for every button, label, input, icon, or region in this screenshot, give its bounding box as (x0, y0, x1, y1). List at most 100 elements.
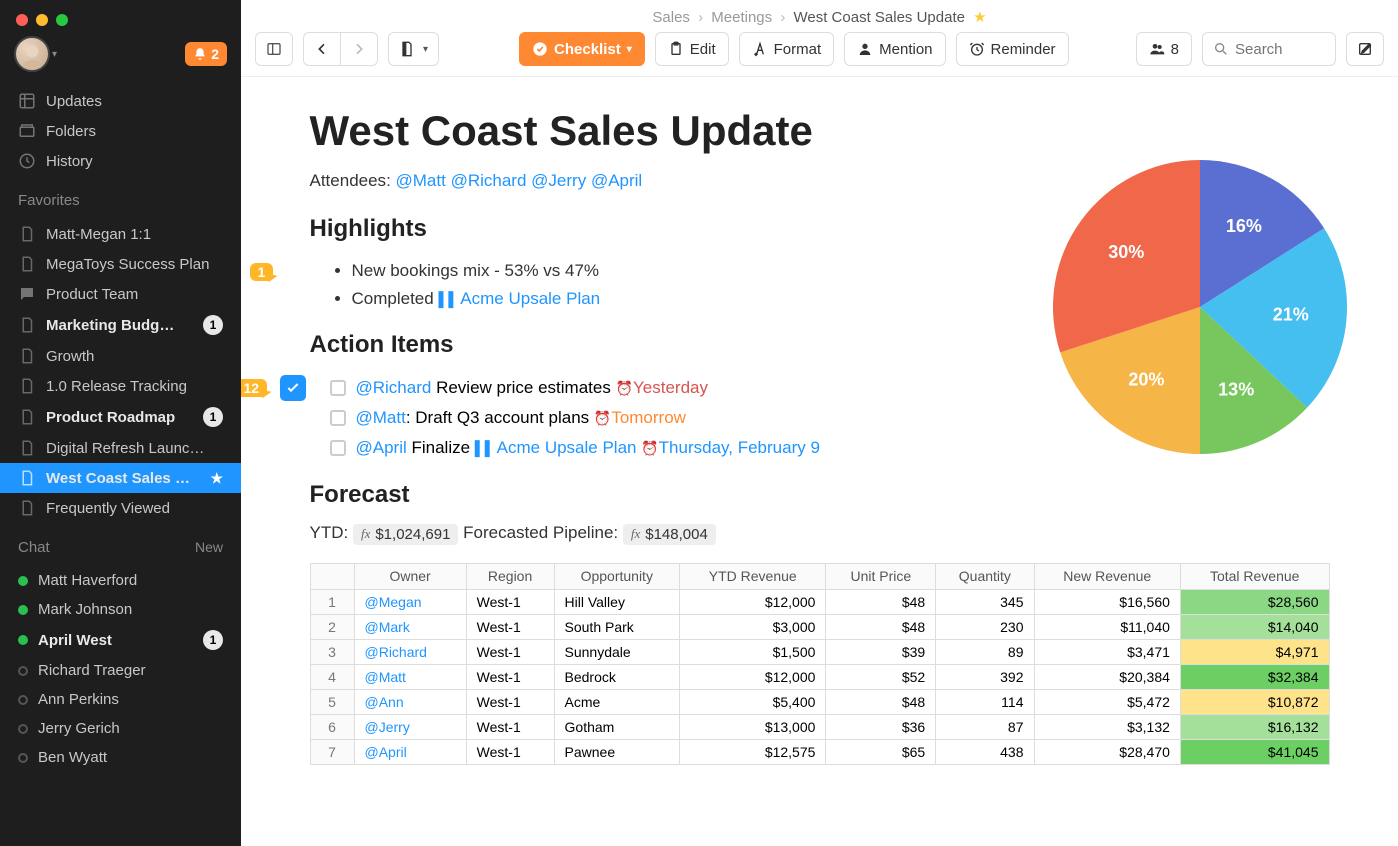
checkbox[interactable] (330, 380, 346, 396)
owner-cell[interactable]: @Matt (354, 664, 466, 689)
cell[interactable]: $16,560 (1034, 589, 1180, 614)
cell[interactable]: West-1 (466, 589, 554, 614)
sidebar-item[interactable]: Product Roadmap1 (0, 401, 241, 433)
row-number[interactable]: 7 (310, 739, 354, 764)
forecast-table[interactable]: OwnerRegionOpportunityYTD RevenueUnit Pr… (310, 563, 1330, 765)
cell[interactable]: West-1 (466, 714, 554, 739)
document-menu-button[interactable]: ▾ (388, 32, 439, 66)
cell[interactable]: 345 (936, 589, 1034, 614)
total-cell[interactable]: $32,384 (1180, 664, 1329, 689)
cell[interactable]: $65 (826, 739, 936, 764)
cell[interactable]: $48 (826, 614, 936, 639)
cell[interactable]: $1,500 (680, 639, 826, 664)
cell[interactable]: 230 (936, 614, 1034, 639)
cell[interactable]: $12,000 (680, 664, 826, 689)
maximize-window-icon[interactable] (56, 14, 68, 26)
mention[interactable]: @April (356, 438, 407, 457)
back-button[interactable] (303, 32, 340, 66)
formula-pill[interactable]: fx$148,004 (623, 524, 716, 545)
column-header[interactable]: Unit Price (826, 563, 936, 589)
cell[interactable]: West-1 (466, 639, 554, 664)
cell[interactable]: $48 (826, 589, 936, 614)
formula-pill[interactable]: fx$1,024,691 (353, 524, 458, 545)
cell[interactable]: West-1 (466, 614, 554, 639)
checklist-button[interactable]: Checklist ▾ (519, 32, 645, 66)
owner-cell[interactable]: @Jerry (354, 714, 466, 739)
sidebar-item[interactable]: 1.0 Release Tracking (0, 371, 241, 401)
cell[interactable]: South Park (554, 614, 680, 639)
column-header[interactable]: YTD Revenue (680, 563, 826, 589)
cell[interactable]: Hill Valley (554, 589, 680, 614)
total-cell[interactable]: $28,560 (1180, 589, 1329, 614)
chat-item[interactable]: April West1 (0, 624, 241, 656)
owner-cell[interactable]: @April (354, 739, 466, 764)
document-link[interactable]: Acme Upsale Plan (460, 289, 600, 308)
column-header[interactable]: Region (466, 563, 554, 589)
cell[interactable]: $13,000 (680, 714, 826, 739)
sidebar-item[interactable]: Matt-Megan 1:1 (0, 219, 241, 249)
cell[interactable]: West-1 (466, 739, 554, 764)
sidebar-item[interactable]: MegaToys Success Plan (0, 249, 241, 279)
table-row[interactable]: 1@MeganWest-1Hill Valley$12,000$48345$16… (310, 589, 1329, 614)
close-window-icon[interactable] (16, 14, 28, 26)
cell[interactable]: $52 (826, 664, 936, 689)
reminder-button[interactable]: Reminder (956, 32, 1069, 66)
cell[interactable]: $20,384 (1034, 664, 1180, 689)
chat-item[interactable]: Matt Haverford (0, 566, 241, 595)
comment-count-bubble[interactable]: 12 (241, 379, 267, 397)
cell[interactable]: $3,000 (680, 614, 826, 639)
cell[interactable]: $36 (826, 714, 936, 739)
sidebar-item[interactable]: Marketing Budg…1 (0, 309, 241, 341)
owner-cell[interactable]: @Richard (354, 639, 466, 664)
sidebar-item[interactable]: Digital Refresh Launc… (0, 433, 241, 463)
cell[interactable]: $48 (826, 689, 936, 714)
minimize-window-icon[interactable] (36, 14, 48, 26)
chat-item[interactable]: Richard Traeger (0, 656, 241, 685)
cell[interactable]: West-1 (466, 664, 554, 689)
cell[interactable]: 392 (936, 664, 1034, 689)
sidebar-item[interactable]: Growth (0, 341, 241, 371)
chat-item[interactable]: Ben Wyatt (0, 743, 241, 772)
total-cell[interactable]: $4,971 (1180, 639, 1329, 664)
table-row[interactable]: 5@AnnWest-1Acme$5,400$48114$5,472$10,872 (310, 689, 1329, 714)
star-icon[interactable]: ★ (973, 9, 986, 26)
sidebar-item[interactable]: Product Team (0, 279, 241, 309)
cell[interactable]: West-1 (466, 689, 554, 714)
search-input[interactable] (1235, 41, 1325, 58)
edit-button[interactable]: Edit (655, 32, 729, 66)
due-date[interactable]: ⏰Yesterday (616, 378, 708, 397)
mention[interactable]: @Richard (451, 171, 527, 190)
toggle-sidebar-button[interactable] (255, 32, 293, 66)
column-header[interactable]: Total Revenue (1180, 563, 1329, 589)
cell[interactable]: Bedrock (554, 664, 680, 689)
mention[interactable]: @Jerry (531, 171, 586, 190)
cell[interactable]: Pawnee (554, 739, 680, 764)
mention-button[interactable]: Mention (844, 32, 945, 66)
row-number[interactable]: 1 (310, 589, 354, 614)
cell[interactable]: $5,472 (1034, 689, 1180, 714)
chat-item[interactable]: Mark Johnson (0, 595, 241, 624)
table-row[interactable]: 4@MattWest-1Bedrock$12,000$52392$20,384$… (310, 664, 1329, 689)
cell[interactable]: 89 (936, 639, 1034, 664)
table-row[interactable]: 7@AprilWest-1Pawnee$12,575$65438$28,470$… (310, 739, 1329, 764)
sidebar-item[interactable]: Frequently Viewed (0, 493, 241, 523)
cell[interactable]: Gotham (554, 714, 680, 739)
total-cell[interactable]: $41,045 (1180, 739, 1329, 764)
cell[interactable]: $12,575 (680, 739, 826, 764)
cell[interactable]: $39 (826, 639, 936, 664)
chat-item[interactable]: Ann Perkins (0, 685, 241, 714)
breadcrumb-current[interactable]: West Coast Sales Update (793, 9, 964, 26)
cell[interactable]: Acme (554, 689, 680, 714)
breadcrumb-item[interactable]: Sales (652, 9, 690, 26)
cell[interactable]: Sunnydale (554, 639, 680, 664)
checkbox[interactable] (330, 410, 346, 426)
cell[interactable]: $11,040 (1034, 614, 1180, 639)
row-number[interactable]: 3 (310, 639, 354, 664)
sidebar-item[interactable]: West Coast Sales …★ (0, 463, 241, 493)
forward-button[interactable] (340, 32, 378, 66)
document-body[interactable]: West Coast Sales Update Attendees: @Matt… (241, 77, 1398, 846)
table-row[interactable]: 2@MarkWest-1South Park$3,000$48230$11,04… (310, 614, 1329, 639)
notifications-button[interactable]: 2 (185, 42, 227, 66)
new-chat-link[interactable]: New (195, 539, 223, 556)
checklist-indicator[interactable] (280, 375, 306, 401)
